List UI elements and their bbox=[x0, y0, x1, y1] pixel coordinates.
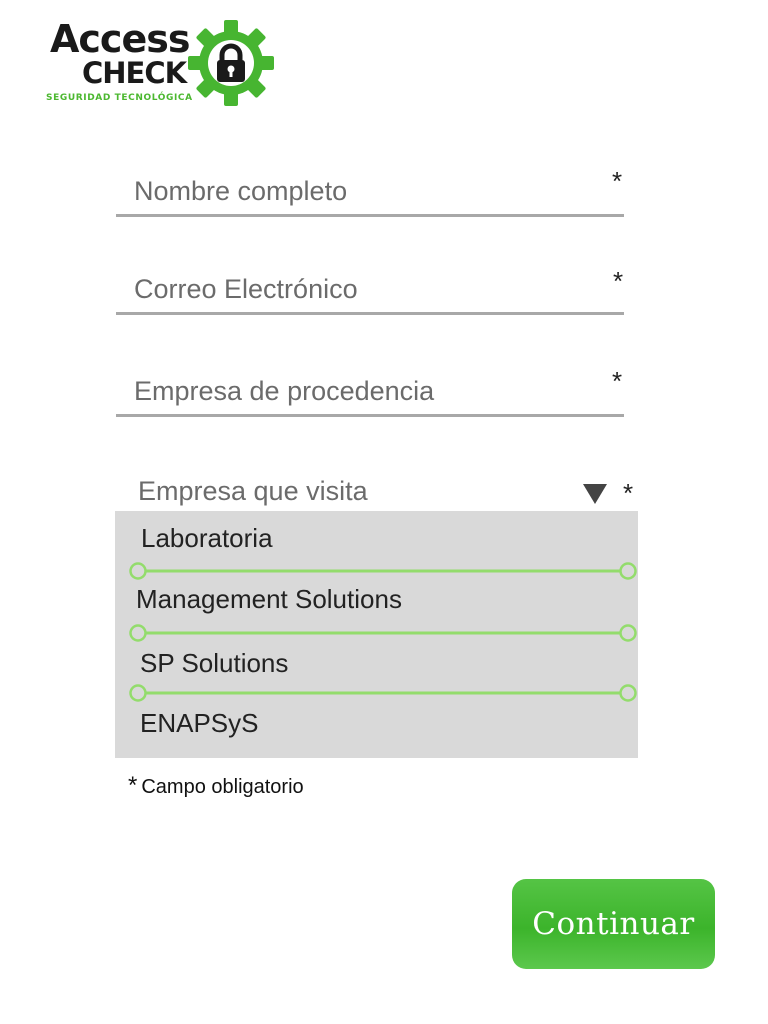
visited-company-select[interactable]: Empresa que visita bbox=[116, 470, 636, 512]
full-name-input[interactable] bbox=[116, 158, 624, 217]
required-note: * Campo obligatorio bbox=[128, 772, 304, 800]
option-enapsys[interactable]: ENAPSyS bbox=[115, 696, 638, 754]
email-field bbox=[116, 256, 624, 315]
required-mark: * bbox=[612, 366, 623, 396]
origin-company-input[interactable] bbox=[116, 358, 624, 417]
required-mark: * bbox=[613, 266, 624, 296]
option-label: ENAPSyS bbox=[140, 708, 259, 738]
visited-company-dropdown: Laboratoria Management Solutions SP Solu… bbox=[115, 511, 638, 758]
access-check-logo: Access CHECK SEGURIDAD TECNOLÓGICA bbox=[46, 18, 276, 108]
option-laboratoria[interactable]: Laboratoria bbox=[115, 511, 638, 569]
option-label: Management Solutions bbox=[136, 584, 402, 614]
full-name-field bbox=[116, 158, 624, 217]
required-mark: * bbox=[612, 166, 623, 196]
logo-tagline: SEGURIDAD TECNOLÓGICA bbox=[46, 93, 193, 103]
email-input[interactable] bbox=[116, 256, 624, 315]
logo-wordmark-access: Access bbox=[50, 17, 190, 61]
required-note-star: * bbox=[128, 772, 138, 799]
required-mark: * bbox=[623, 478, 634, 508]
logo-wordmark-check: CHECK bbox=[82, 56, 187, 90]
option-label: Laboratoria bbox=[141, 523, 273, 553]
dropdown-arrow-icon[interactable] bbox=[583, 484, 607, 504]
origin-company-field bbox=[116, 358, 624, 417]
option-label: SP Solutions bbox=[140, 648, 289, 678]
gear-padlock-icon bbox=[188, 20, 274, 106]
continue-button[interactable]: Continuar bbox=[512, 879, 715, 969]
option-management-solutions[interactable]: Management Solutions bbox=[115, 572, 638, 630]
required-note-text: Campo obligatorio bbox=[141, 776, 304, 798]
visited-company-placeholder: Empresa que visita bbox=[138, 476, 368, 506]
